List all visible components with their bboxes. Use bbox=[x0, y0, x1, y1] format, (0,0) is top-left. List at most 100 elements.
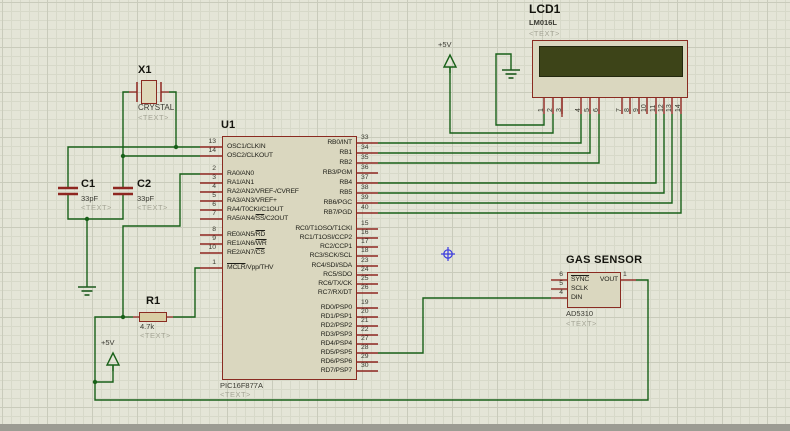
crystal-text-placeholder: <TEXT> bbox=[138, 113, 169, 122]
u1-pin-number: 25 bbox=[361, 275, 369, 282]
u1-pin-label: RD5/PSP5 bbox=[320, 349, 352, 356]
u1-pin-number: 35 bbox=[361, 154, 369, 161]
gas-sensor-pin-number: 1 bbox=[623, 271, 627, 278]
u1-pin-label: RD3/PSP3 bbox=[320, 331, 352, 338]
gas-sensor-pin-label: SYNC bbox=[571, 276, 590, 283]
net-xtal-right[interactable] bbox=[169, 91, 177, 147]
u1-pin-label: RD1/PSP1 bbox=[320, 313, 352, 320]
c2-text-placeholder: <TEXT> bbox=[137, 203, 168, 212]
lcd-pin-number: 13 bbox=[666, 104, 673, 112]
lcd-part-name: LM016L bbox=[529, 18, 557, 27]
u1-pin-number: 29 bbox=[361, 353, 369, 360]
c1-ref[interactable]: C1 bbox=[81, 178, 95, 190]
net-e[interactable] bbox=[378, 114, 600, 164]
u1-pin-label: RD4/PSP4 bbox=[320, 340, 352, 347]
u1-pin-number: 36 bbox=[361, 164, 369, 171]
c2-ref[interactable]: C2 bbox=[137, 178, 151, 190]
lcd-pin-number: 11 bbox=[650, 105, 657, 112]
u1-pin-label: RD2/PSP2 bbox=[320, 322, 352, 329]
u1-pin-label: RB4 bbox=[339, 179, 352, 186]
u1-pin-number: 27 bbox=[361, 335, 369, 342]
u1-pin-number: 28 bbox=[361, 344, 369, 351]
u1-ref[interactable]: U1 bbox=[221, 119, 235, 131]
u1-pin-label: RB0/INT bbox=[327, 139, 352, 146]
net-xtal-left[interactable] bbox=[122, 91, 129, 188]
u1-pin-number: 21 bbox=[361, 317, 369, 324]
u1-pin-number: 20 bbox=[361, 308, 369, 315]
u1-pin-number: 40 bbox=[361, 204, 369, 211]
lcd-pin-number: 1 bbox=[538, 108, 545, 112]
u1-pin-label: RD0/PSP0 bbox=[320, 304, 352, 311]
net-d6[interactable] bbox=[378, 114, 673, 204]
u1-pin-number: 16 bbox=[361, 229, 369, 236]
sheet-edge-strip bbox=[0, 424, 790, 431]
u1-pin-label: RB3/PGM bbox=[322, 169, 352, 176]
u1-pin-number: 14 bbox=[208, 147, 216, 154]
gas-sensor-pin-number: 6 bbox=[559, 271, 563, 278]
gas-sensor-pin-number: 5 bbox=[559, 280, 563, 287]
u1-pin-label: RC5/SDO bbox=[323, 271, 352, 278]
u1-pin-label: RB5 bbox=[339, 189, 352, 196]
junction-dot bbox=[173, 144, 179, 150]
u1-pin-number: 37 bbox=[361, 174, 369, 181]
u1-pin-label: RC1/T1OSI/CCP2 bbox=[299, 234, 353, 241]
power-5v-label: +5V bbox=[101, 338, 115, 347]
r1-ref[interactable]: R1 bbox=[146, 295, 160, 307]
u1-pin-number: 1 bbox=[212, 259, 216, 266]
u1-pin-label: RC4/SDI/SDA bbox=[311, 262, 353, 269]
u1-text-placeholder: <TEXT> bbox=[220, 390, 251, 399]
junction-dot bbox=[84, 216, 90, 222]
u1-pin-number: 5 bbox=[212, 192, 216, 199]
resistor-r1-body[interactable] bbox=[139, 312, 167, 322]
lcd-text-placeholder: <TEXT> bbox=[529, 29, 560, 38]
lcd-pin-number: 4 bbox=[575, 108, 582, 112]
lcd-pin-number: 6 bbox=[593, 108, 600, 112]
net-r1-mclr[interactable] bbox=[173, 267, 200, 318]
gas-sensor-part-name: AD5310 bbox=[566, 309, 594, 318]
schematic-canvas: VSS1VDD2VEE3RS4RW5E6D07D18D29D310D411D51… bbox=[0, 0, 790, 431]
u1-pin-label: RB6/PGC bbox=[323, 199, 353, 206]
junction-dot bbox=[120, 314, 126, 320]
net-plus5v-tap[interactable] bbox=[95, 365, 114, 383]
lcd-ref[interactable]: LCD1 bbox=[529, 2, 560, 16]
u1-pin-label: RC7/RX/DT bbox=[317, 289, 352, 296]
u1-pin-number: 10 bbox=[208, 244, 216, 251]
junction-dot bbox=[92, 379, 98, 385]
u1-pin-number: 7 bbox=[212, 210, 216, 217]
u1-pin-label: RB1 bbox=[339, 149, 352, 156]
power-5v-arrow-icon[interactable] bbox=[105, 351, 121, 366]
net-rs[interactable] bbox=[378, 114, 582, 144]
c1-value: 33pF bbox=[81, 194, 99, 203]
power-5v-arrow-icon[interactable] bbox=[442, 53, 458, 68]
lcd-pin-number: 2 bbox=[547, 108, 554, 112]
crystal-x1-body[interactable] bbox=[141, 80, 157, 104]
u1-pin-label: RD6/PSP6 bbox=[320, 358, 352, 365]
gas-sensor-pin-label: DIN bbox=[571, 294, 583, 301]
r1-text-placeholder: <TEXT> bbox=[140, 331, 171, 340]
u1-part-name: PIC16F877A bbox=[220, 381, 263, 390]
gas-sensor-pin-label: SCLK bbox=[571, 285, 588, 292]
u1-pin-number: 13 bbox=[208, 138, 216, 145]
u1-pin-number: 23 bbox=[361, 257, 369, 264]
lcd-pin-number: 7 bbox=[616, 108, 623, 112]
gas-sensor-title[interactable]: GAS SENSOR bbox=[566, 254, 642, 266]
u1-pin-label: RC6/TX/CK bbox=[318, 280, 352, 287]
gas-sensor-text-placeholder: <TEXT> bbox=[566, 319, 597, 328]
u1-pin-label: RA5/AN4/SS/C2OUT bbox=[227, 215, 289, 222]
u1-pin-number: 33 bbox=[361, 134, 369, 141]
power-5v-label: +5V bbox=[438, 40, 452, 49]
u1-pin-label: RB7/PGD bbox=[323, 209, 353, 216]
u1-pin-number: 38 bbox=[361, 184, 369, 191]
u1-pin-number: 39 bbox=[361, 194, 369, 201]
u1-pin-label: RC3/SCK/SCL bbox=[309, 252, 353, 259]
gas-sensor-pin-number: 4 bbox=[559, 289, 563, 296]
u1-pin-number: 3 bbox=[212, 174, 216, 181]
lcd-pin-number: 5 bbox=[584, 108, 591, 112]
lcd-pin-number: 12 bbox=[658, 104, 665, 112]
u1-pin-number: 6 bbox=[212, 201, 216, 208]
net-din[interactable] bbox=[378, 297, 551, 354]
u1-pin-number: 34 bbox=[361, 144, 369, 151]
crystal-ref[interactable]: X1 bbox=[138, 64, 151, 76]
lcd-pin-number: 10 bbox=[641, 104, 648, 112]
u1-pin-label: RB2 bbox=[339, 159, 352, 166]
